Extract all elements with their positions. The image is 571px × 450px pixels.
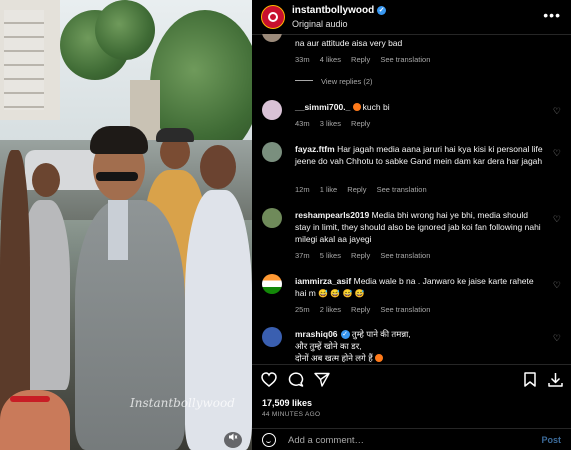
person-striped-shirt <box>185 190 252 450</box>
view-replies-button[interactable]: View replies (2) <box>295 77 373 86</box>
verified-badge-icon: ✓ <box>340 330 350 339</box>
heart-icon[interactable]: ♡ <box>553 106 561 117</box>
comment-time: 25m <box>295 305 310 314</box>
see-translation-link[interactable]: See translation <box>380 251 430 260</box>
comment-text-line: दोनों अब खत्म होने लगे हैं <box>295 353 373 363</box>
see-translation-link[interactable]: See translation <box>380 55 430 64</box>
comment-time: 43m <box>295 119 310 128</box>
composer-divider <box>252 428 571 429</box>
comment-body: __simmi700._ kuch bi <box>295 101 545 113</box>
comment-time: 37m <box>295 251 310 260</box>
instagram-post-view: Instantbollywood instantbollywood ✓ Origi… <box>0 0 571 450</box>
comment-avatar[interactable] <box>262 100 282 120</box>
action-bar <box>252 366 571 396</box>
comment-meta: 12m 1 like Reply See translation <box>295 185 435 194</box>
person-head <box>200 145 236 189</box>
comment-username[interactable]: fayaz.ftfm <box>295 144 335 154</box>
comment-time: 12m <box>295 185 310 194</box>
bookmark-icon[interactable] <box>523 372 537 391</box>
comment-meta: 43m 3 likes Reply <box>295 119 378 128</box>
post-comment-button[interactable]: Post <box>541 435 561 445</box>
heart-icon[interactable]: ♡ <box>553 214 561 225</box>
building-windows <box>4 10 44 110</box>
download-icon[interactable] <box>548 372 563 391</box>
heart-icon[interactable]: ♡ <box>553 148 561 159</box>
comment-likes[interactable]: 5 likes <box>320 251 341 260</box>
comment-avatar[interactable] <box>262 142 282 162</box>
comment-emoji-row: 😅 😅 😅 😅 <box>318 289 365 298</box>
comment-body: mrashiq06 ✓ तुम्हे पाने की तमन्ना, और तुम… <box>295 328 545 364</box>
comment-likes[interactable]: 1 like <box>320 185 338 194</box>
post-header: instantbollywood ✓ Original audio ••• <box>252 0 571 34</box>
reply-button[interactable]: Reply <box>347 185 366 194</box>
comments-list[interactable]: na aur attitude aisa very bad 33m 4 like… <box>252 34 571 364</box>
speaker-muted-icon[interactable] <box>224 432 242 448</box>
see-translation-link[interactable]: See translation <box>377 185 427 194</box>
paper-plane-icon[interactable] <box>314 372 330 391</box>
comment-avatar[interactable] <box>262 34 282 42</box>
heart-icon[interactable] <box>261 372 277 391</box>
comment-meta: 37m 5 likes Reply See translation <box>295 251 438 260</box>
comment-text: kuch bi <box>362 102 390 112</box>
red-bracelet <box>10 396 50 402</box>
shirt <box>108 200 128 260</box>
comment-username[interactable]: __simmi700._ <box>295 102 350 112</box>
comment-avatar[interactable] <box>262 327 282 347</box>
comment-username[interactable]: reshampearls2019 <box>295 210 369 220</box>
comment-meta: 33m 4 likes Reply See translation <box>295 55 438 64</box>
palm-tree <box>95 0 155 60</box>
hair <box>90 126 148 154</box>
heart-icon[interactable]: ♡ <box>553 280 561 291</box>
person-head <box>32 163 60 197</box>
reply-button[interactable]: Reply <box>351 55 370 64</box>
account-avatar[interactable] <box>261 5 285 29</box>
comment-time: 33m <box>295 55 310 64</box>
add-comment-input[interactable] <box>288 432 508 448</box>
reply-button[interactable]: Reply <box>351 119 370 128</box>
person-grey-suit <box>75 200 185 450</box>
comment-avatar[interactable] <box>262 208 282 228</box>
sunglasses <box>96 172 138 181</box>
comment-text-line: और तुम्हें खोने का डर, <box>295 341 362 351</box>
account-username[interactable]: instantbollywood ✓ <box>292 5 387 16</box>
watermark-text: Instantbollywood <box>130 396 235 410</box>
post-side-panel: instantbollywood ✓ Original audio ••• na … <box>252 0 571 450</box>
comment-meta: 25m 2 likes Reply See translation <box>295 305 438 314</box>
comment-bubble-icon[interactable] <box>288 372 304 391</box>
reply-button[interactable]: Reply <box>351 251 370 260</box>
comment-body: reshampearls2019 Media bhi wrong hai ye … <box>295 209 545 245</box>
see-translation-link[interactable]: See translation <box>380 305 430 314</box>
cap <box>156 128 194 142</box>
audio-label[interactable]: Original audio <box>292 19 348 29</box>
reply-button[interactable]: Reply <box>351 305 370 314</box>
comment-likes[interactable]: 3 likes <box>320 119 341 128</box>
comment-username[interactable]: mrashiq06 <box>295 329 338 339</box>
likes-count[interactable]: 17,509 likes <box>262 398 312 408</box>
comment-likes[interactable]: 2 likes <box>320 305 341 314</box>
grinning-face-emoji-icon <box>352 103 361 111</box>
emoji-picker-icon[interactable] <box>262 433 276 447</box>
comment-body: fayaz.ftfm Har jagah media aana jaruri h… <box>295 143 545 167</box>
comment-avatar[interactable] <box>262 274 282 294</box>
post-video[interactable]: Instantbollywood <box>0 0 252 450</box>
smiling-face-emoji-icon <box>375 354 384 362</box>
comment-body: iammirza_asif Media wale b na . Janwaro … <box>295 275 545 300</box>
post-timestamp: 44 MINUTES AGO <box>262 411 321 418</box>
verified-badge-icon: ✓ <box>377 6 387 15</box>
comment-username[interactable]: iammirza_asif <box>295 276 351 286</box>
comment-text: na aur attitude aisa very bad <box>295 38 403 48</box>
comment-likes[interactable]: 4 likes <box>320 55 341 64</box>
heart-icon[interactable]: ♡ <box>553 333 561 344</box>
comment-composer: Post <box>252 430 571 450</box>
ellipsis-icon[interactable]: ••• <box>543 7 561 23</box>
comment-text-line: तुम्हे पाने की तमन्ना, <box>351 329 411 339</box>
actions-divider <box>252 364 571 365</box>
